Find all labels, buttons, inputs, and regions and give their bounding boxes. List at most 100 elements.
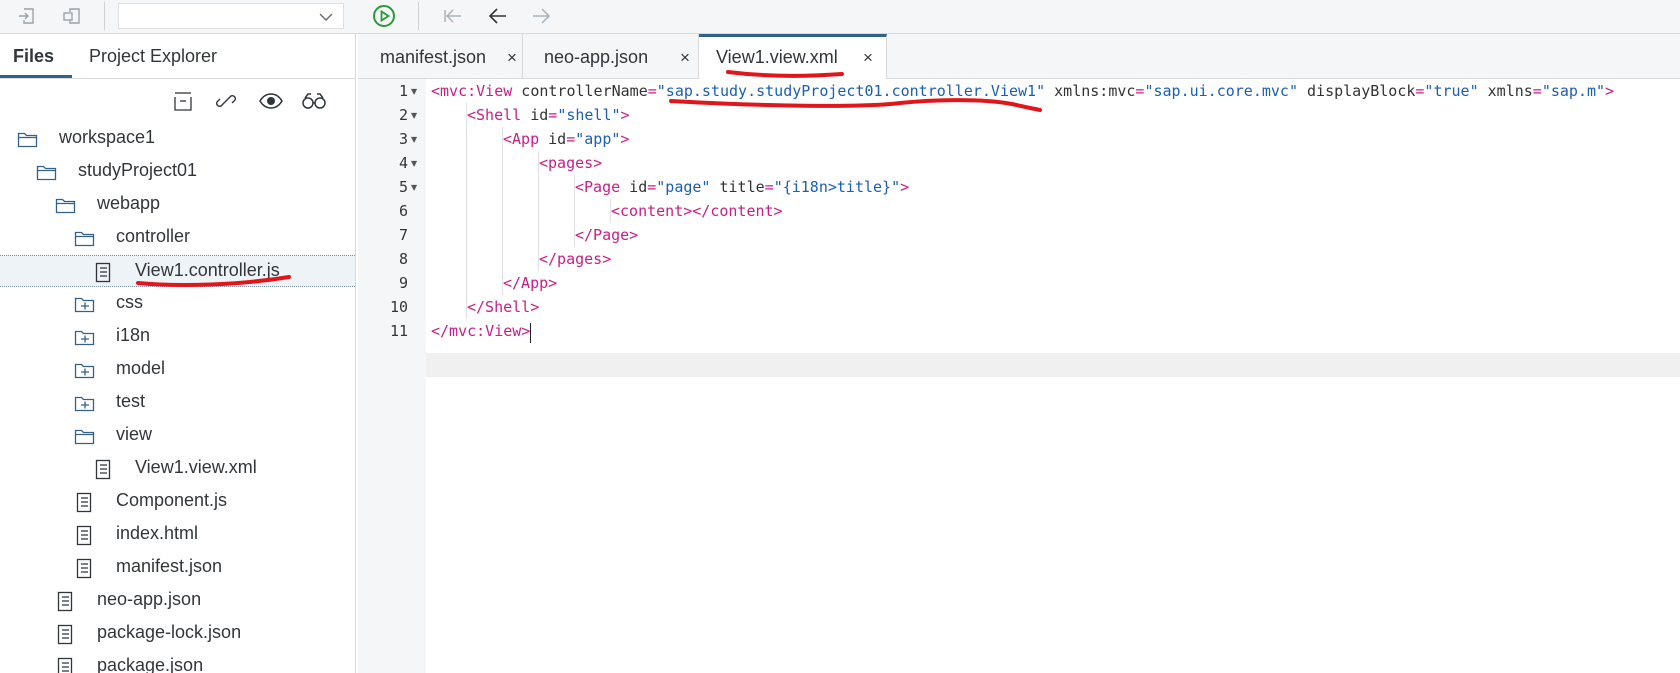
indent-guide (538, 175, 539, 199)
close-icon[interactable]: × (863, 48, 873, 68)
tree-item[interactable]: model (0, 354, 355, 386)
folder-open-icon (74, 228, 96, 248)
folder-open-icon (55, 195, 77, 215)
folder-open-icon (36, 162, 58, 182)
line-number-gutter: 1 ▼ 2 ▼ 3 ▼ 4 ▼ 5 ▼ 6 7 8 9 10 11 (358, 79, 426, 673)
code-line[interactable]: <App id="app"> (503, 130, 629, 148)
line-number: 8 (398, 250, 408, 268)
code-token: "sap.m" (1541, 82, 1606, 100)
back-alt-icon[interactable] (441, 3, 467, 29)
tab-manifest-json[interactable]: manifest.json × (358, 34, 523, 78)
line-number: 9 (398, 274, 408, 292)
tree-item[interactable]: studyProject01 (0, 156, 355, 188)
explorer-toolbar (0, 79, 355, 123)
file-icon (55, 657, 77, 673)
fold-toggle-icon[interactable]: ▼ (411, 159, 417, 168)
tree-item-label: package.json (97, 655, 204, 673)
code-token: id (521, 106, 549, 124)
code-line[interactable]: <Page id="page" title="{i18n>title}"> (575, 178, 909, 196)
code-line[interactable]: </mvc:View> (431, 322, 530, 340)
file-icon (55, 624, 77, 645)
code-token: xmlns (1478, 82, 1533, 100)
code-line[interactable]: </Shell> (467, 298, 539, 316)
code-line[interactable]: <mvc:View controllerName="sap.study.stud… (431, 82, 1614, 100)
tree-item[interactable]: webapp (0, 189, 355, 221)
code-token: = (647, 178, 657, 196)
code-token: > (620, 106, 630, 124)
import-icon[interactable] (14, 3, 40, 29)
code-line[interactable]: </pages> (539, 250, 611, 268)
tree-item[interactable]: package-lock.json (0, 618, 355, 650)
tree-item-label: manifest.json (116, 556, 223, 576)
folder-open-icon (17, 129, 39, 149)
code-token: <App (503, 130, 540, 148)
code-token: </Shell> (467, 298, 540, 316)
close-icon[interactable]: × (507, 48, 517, 68)
code-line[interactable]: <Shell id="shell"> (467, 106, 630, 124)
tab-view1-view-xml[interactable]: View1.view.xml × (699, 34, 887, 79)
tree-item[interactable]: controller (0, 222, 355, 254)
tree-item[interactable]: View1.view.xml (0, 453, 355, 485)
line-number: 3 (398, 130, 408, 148)
indent-guide (466, 247, 467, 271)
folder-closed-icon (74, 327, 96, 347)
folder-closed-icon (74, 360, 96, 380)
export-icon[interactable] (58, 3, 84, 29)
tab-files[interactable]: Files (13, 46, 54, 67)
tree-item-label: index.html (116, 523, 199, 543)
run-icon[interactable] (371, 3, 397, 29)
code-token: </pages> (539, 250, 612, 268)
code-line[interactable]: <content></content> (611, 202, 783, 220)
line-number: 4 (398, 154, 408, 172)
collapse-all-icon[interactable] (171, 89, 195, 113)
tree-item[interactable]: index.html (0, 519, 355, 551)
code-token: title (710, 178, 765, 196)
editor-tabs: manifest.json × neo-app.json × View1.vie… (358, 34, 1680, 79)
code-token: "app" (575, 130, 621, 148)
code-token: > (1605, 82, 1615, 100)
show-hidden-icon[interactable] (258, 89, 283, 113)
file-icon (74, 558, 96, 579)
code-line[interactable]: </Page> (575, 226, 638, 244)
back-icon[interactable] (485, 3, 511, 29)
forward-icon[interactable] (528, 3, 554, 29)
tree-item[interactable]: package.json (0, 651, 355, 673)
fold-toggle-icon[interactable]: ▼ (411, 135, 417, 144)
tree-item[interactable]: view (0, 420, 355, 452)
tree-item[interactable]: test (0, 387, 355, 419)
code-line[interactable]: </App> (503, 274, 557, 292)
fold-toggle-icon[interactable]: ▼ (411, 111, 417, 120)
tree-item-label: neo-app.json (97, 589, 202, 609)
tree-item-label: workspace1 (59, 127, 156, 147)
close-icon[interactable]: × (680, 48, 690, 68)
tab-neo-app-json[interactable]: neo-app.json × (523, 34, 699, 78)
indent-guide (466, 175, 467, 199)
fold-toggle-icon[interactable]: ▼ (411, 183, 417, 192)
code-token: = (548, 106, 558, 124)
toolbar (0, 0, 1680, 34)
tab-project-explorer[interactable]: Project Explorer (89, 46, 217, 67)
tree-item[interactable]: manifest.json (0, 552, 355, 584)
link-editor-icon[interactable] (214, 89, 238, 113)
tree-item[interactable]: css (0, 288, 355, 320)
tree-item[interactable]: i18n (0, 321, 355, 353)
code-line[interactable]: <pages> (539, 154, 602, 172)
tree-item[interactable]: Component.js (0, 486, 355, 518)
code-token: "sap.study.studyProject01.controller.Vie… (656, 82, 1046, 100)
code-token: id (620, 178, 648, 196)
code-token: = (647, 82, 657, 100)
code-token: > (900, 178, 910, 196)
run-configuration-select[interactable] (118, 3, 344, 29)
code-token: "sap.ui.core.mvc" (1144, 82, 1298, 100)
code-token: = (1532, 82, 1542, 100)
tree-item[interactable]: neo-app.json (0, 585, 355, 617)
code-area[interactable]: <mvc:View controllerName="sap.study.stud… (426, 79, 1680, 673)
indent-guide (466, 271, 467, 295)
search-icon[interactable] (301, 89, 326, 113)
fold-toggle-icon[interactable]: ▼ (411, 87, 417, 96)
tree-item-label: i18n (116, 325, 151, 345)
current-line-highlight (426, 353, 1680, 377)
tree-item[interactable]: View1.controller.js (0, 255, 355, 287)
tree-item[interactable]: workspace1 (0, 123, 355, 155)
code-token: id (539, 130, 567, 148)
